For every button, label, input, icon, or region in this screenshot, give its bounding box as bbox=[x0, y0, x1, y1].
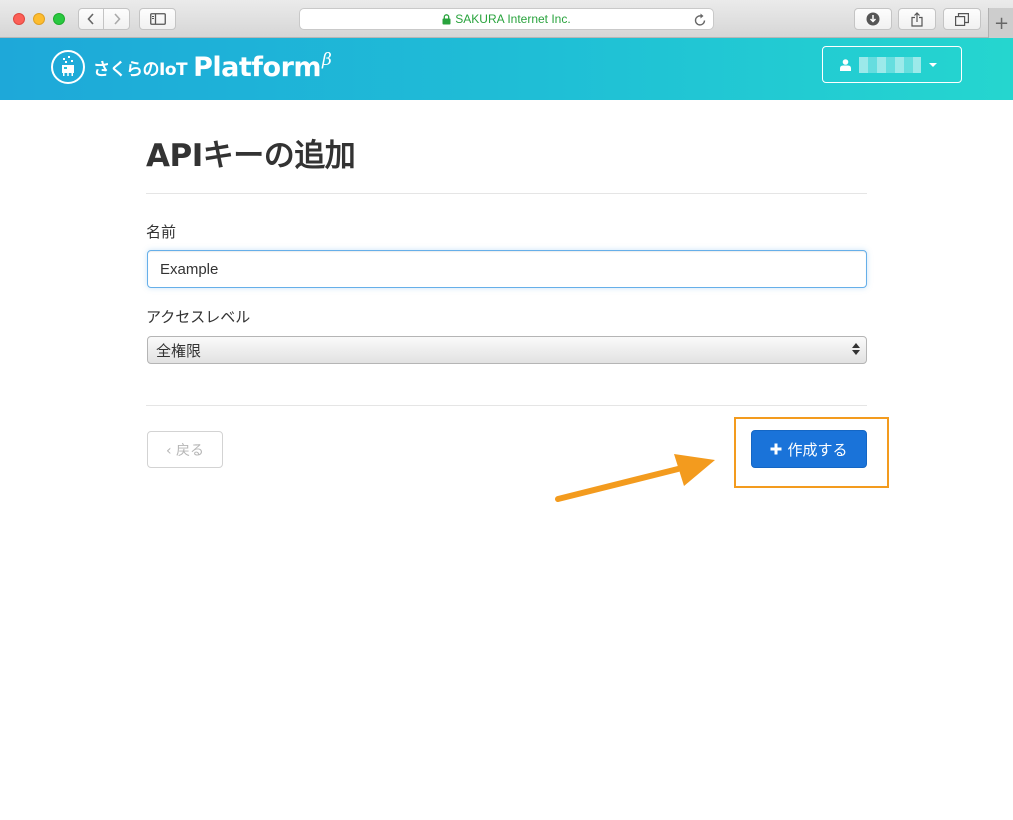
annotation-arrow bbox=[555, 454, 715, 502]
title-divider bbox=[146, 193, 867, 194]
user-menu-button[interactable] bbox=[822, 46, 962, 83]
back-arrow-icon bbox=[87, 13, 94, 25]
zoom-window-button[interactable] bbox=[53, 13, 65, 25]
reload-icon bbox=[694, 13, 706, 26]
minimize-window-button[interactable] bbox=[33, 13, 45, 25]
forward-nav-button[interactable] bbox=[104, 8, 130, 30]
tab-overview-button[interactable] bbox=[943, 8, 981, 30]
app-header: さくらのIoT Platform β bbox=[0, 38, 1013, 100]
forward-arrow-icon bbox=[113, 13, 121, 25]
chip-icon bbox=[62, 56, 74, 76]
app-logo[interactable]: さくらのIoT Platform β bbox=[51, 50, 332, 84]
page-title: APIキーの追加 bbox=[146, 138, 356, 174]
url-text: SAKURA Internet Inc. bbox=[455, 12, 571, 26]
share-button[interactable] bbox=[898, 8, 936, 30]
back-button[interactable]: ‹ 戻る bbox=[147, 431, 223, 468]
access-level-selected: 全権限 bbox=[156, 341, 202, 360]
caret-down-icon bbox=[929, 62, 937, 67]
tabs-icon bbox=[955, 12, 969, 26]
close-window-button[interactable] bbox=[13, 13, 25, 25]
downloads-button[interactable] bbox=[854, 8, 892, 30]
sidebar-icon bbox=[149, 13, 166, 25]
access-level-select[interactable]: 全権限 bbox=[147, 336, 867, 364]
lock-icon bbox=[442, 13, 451, 24]
user-name-redacted bbox=[859, 56, 921, 73]
back-nav-button[interactable] bbox=[78, 8, 104, 30]
create-button-label: 作成する bbox=[787, 440, 848, 459]
download-icon bbox=[866, 12, 880, 26]
reload-button[interactable] bbox=[694, 12, 707, 31]
plus-icon bbox=[770, 443, 782, 455]
logo-emblem bbox=[51, 50, 85, 84]
address-bar[interactable]: SAKURA Internet Inc. bbox=[299, 8, 714, 30]
share-icon bbox=[911, 11, 923, 27]
sidebar-button[interactable] bbox=[139, 8, 176, 30]
logo-text-jp: さくらのIoT bbox=[93, 59, 188, 80]
new-tab-button[interactable]: + bbox=[988, 8, 1013, 38]
form-divider bbox=[146, 405, 867, 406]
navigation-buttons bbox=[78, 8, 130, 30]
create-button[interactable]: 作成する bbox=[751, 430, 867, 468]
logo-beta-mark: β bbox=[322, 50, 332, 70]
name-input[interactable] bbox=[147, 250, 867, 288]
name-label: 名前 bbox=[146, 223, 177, 241]
logo-text-platform: Platform bbox=[193, 51, 322, 83]
access-level-label: アクセスレベル bbox=[146, 308, 251, 326]
browser-titlebar: SAKURA Internet Inc. bbox=[0, 0, 1013, 38]
user-icon bbox=[840, 58, 851, 71]
select-arrows-icon bbox=[852, 343, 860, 355]
